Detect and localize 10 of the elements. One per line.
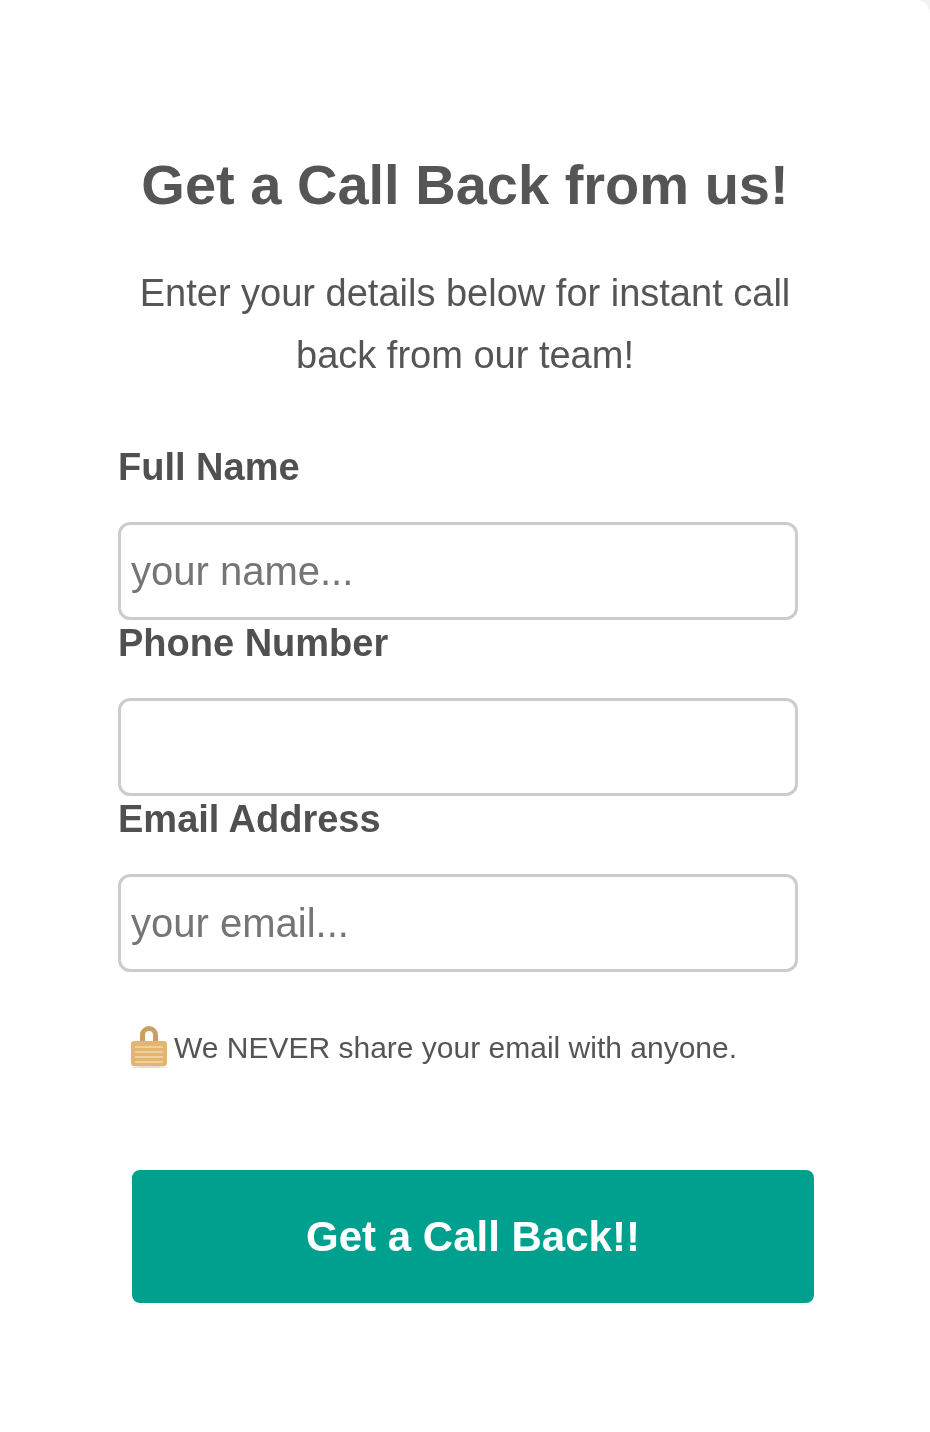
form-title: Get a Call Back from us! — [141, 152, 789, 218]
form-subtitle: Enter your details below for instant call back from our team! — [138, 271, 792, 378]
field-label: Email Address — [118, 797, 382, 842]
field-label: Full Name — [118, 445, 301, 490]
submit-button[interactable]: Get a Call Back!! — [132, 1170, 814, 1303]
text-field[interactable]: your email... — [118, 874, 798, 972]
text-field[interactable]: your name... — [118, 522, 798, 620]
field-label: Phone Number — [118, 621, 390, 666]
privacy-note: We NEVER share your email with anyone. — [126, 1020, 806, 1076]
text-field[interactable] — [118, 698, 798, 796]
